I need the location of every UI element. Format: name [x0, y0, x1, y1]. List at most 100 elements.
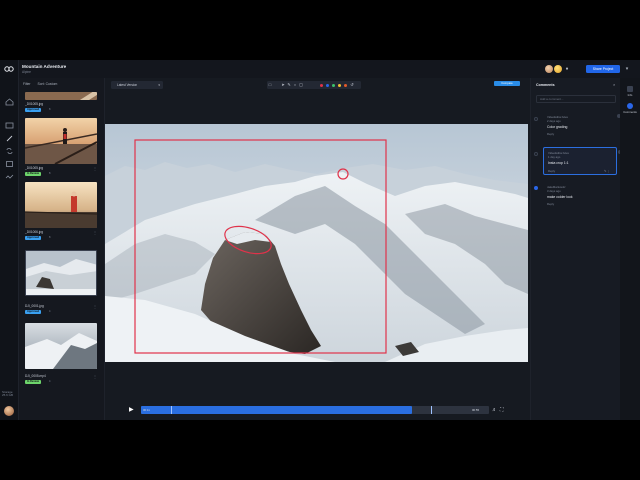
close-icon[interactable]: × — [613, 82, 615, 87]
home-icon[interactable] — [5, 98, 14, 106]
comments-tab[interactable]: Comments — [623, 103, 637, 114]
comment-count: 4 — [49, 310, 51, 313]
undo-icon[interactable]: ↺ — [350, 83, 354, 87]
chevron-down-icon: ▾ — [158, 83, 160, 87]
resolve-checkbox[interactable] — [534, 186, 538, 190]
file-thumbnail[interactable] — [25, 182, 97, 228]
file-thumbnail[interactable] — [25, 92, 97, 100]
info-tab[interactable]: Info — [623, 86, 637, 97]
info-icon — [627, 86, 633, 92]
edit-icon[interactable] — [5, 134, 14, 142]
file-thumbnail[interactable] — [25, 323, 97, 369]
link-icon[interactable] — [5, 147, 14, 155]
info-tab-label: Info — [627, 93, 633, 97]
app-logo-icon[interactable] — [4, 66, 14, 72]
collaborator-avatar[interactable] — [545, 65, 553, 73]
timeline-progress — [141, 406, 413, 414]
comment-card[interactable]: JakeMarkowitz 3 days ago make colder loo… — [543, 182, 617, 208]
comment-time: 3 days ago — [547, 189, 561, 193]
files-toolbar: Filter Sort: Custom — [23, 82, 63, 86]
add-user-icon[interactable]: ● — [564, 66, 570, 72]
file-thumbnail[interactable] — [25, 118, 97, 164]
notifications-icon[interactable]: ▾ — [624, 66, 630, 72]
status-badge: In Review — [25, 172, 41, 176]
comments-tab-label: Comments — [623, 110, 637, 114]
file-name[interactable]: _D01006.jpg — [25, 230, 43, 234]
video-frame[interactable] — [105, 124, 528, 362]
status-badge: Approved — [25, 236, 42, 240]
frame-icon[interactable]: □ — [268, 83, 272, 87]
file-menu-icon[interactable]: ⋮ — [93, 166, 97, 171]
volume-icon[interactable]: ♬ — [492, 407, 498, 413]
storage-value: 25.6 GB — [2, 393, 14, 398]
color-green-swatch[interactable] — [332, 83, 335, 87]
status-badge: Approved — [25, 310, 42, 314]
resolve-checkbox[interactable] — [534, 152, 538, 156]
compare-button[interactable]: Compare — [494, 81, 520, 86]
file-thumbnail[interactable] — [25, 250, 97, 296]
file-name[interactable]: DJI_0005.mp4 — [25, 374, 46, 378]
play-icon[interactable]: ▶ — [129, 406, 135, 414]
reply-link[interactable]: Reply — [548, 169, 555, 173]
color-red-swatch[interactable] — [320, 83, 323, 87]
file-name[interactable]: _D01005.jpg — [25, 102, 43, 106]
rectangle-tool-icon[interactable]: ▢ — [299, 83, 303, 87]
comment-text: make colder look — [547, 195, 573, 199]
file-menu-icon[interactable]: ⋮ — [93, 304, 97, 309]
comment-actions-icon[interactable]: ✎ ⋮ — [604, 169, 610, 173]
right-rail: Info Comments — [620, 78, 640, 420]
project-subtitle: Alpine — [22, 70, 31, 74]
comment-time: 2 days ago — [547, 119, 561, 123]
archive-icon[interactable] — [5, 160, 14, 168]
comment-input[interactable]: Add a comment... — [536, 95, 616, 103]
file-name[interactable]: _D01005.jpg — [25, 166, 43, 170]
user-avatar[interactable] — [4, 406, 14, 416]
collaborator-avatar[interactable] — [554, 65, 562, 73]
comment-time: 1 day ago — [548, 155, 561, 159]
color-yellow-swatch[interactable] — [338, 83, 341, 87]
file-menu-icon[interactable]: ⋮ — [93, 230, 97, 235]
timecode-current: 00:11 — [143, 408, 150, 412]
comment-count: 8 — [49, 108, 51, 111]
comment-card-active[interactable]: VideoEditorJules 1 day ago Insta crop 1:… — [543, 147, 622, 175]
media-viewer: Latest Version ▾ □ ➤ ✎ ○ ▢ ↺ Compare ▶ 0… — [105, 78, 530, 420]
share-project-button[interactable]: Share Project — [586, 65, 620, 73]
resolve-checkbox[interactable] — [534, 117, 538, 121]
circle-tool-icon[interactable]: ○ — [293, 83, 297, 87]
filter-button[interactable]: Filter — [23, 82, 31, 86]
fullscreen-icon[interactable]: ⛶ — [500, 407, 506, 413]
comments-icon — [627, 103, 633, 109]
comment-marker[interactable] — [171, 406, 172, 414]
file-menu-icon[interactable]: ⋮ — [93, 374, 97, 379]
activity-icon[interactable] — [5, 173, 14, 181]
comment-count: 8 — [49, 172, 51, 175]
annotation-toolbar: □ ➤ ✎ ○ ▢ ↺ — [267, 81, 361, 89]
player-controls: ▶ 00:11 00:55 ♬ ⛶ — [105, 404, 530, 416]
comment-text: Insta crop 1:1 — [548, 161, 569, 165]
comment-count: 4 — [49, 380, 51, 383]
comment-marker[interactable] — [431, 406, 432, 414]
comments-title: Comments — [536, 83, 555, 87]
color-blue-swatch[interactable] — [326, 83, 329, 87]
pen-icon[interactable]: ✎ — [287, 83, 291, 87]
pointer-icon[interactable]: ➤ — [281, 83, 285, 87]
comment-card[interactable]: VideoEditorJules 2 days ago Color gradin… — [543, 112, 621, 138]
comments-panel: Comments × Add a comment... VideoEditorJ… — [530, 78, 622, 420]
files-panel: Filter Sort: Custom _D01005.jpg Approved… — [19, 78, 105, 420]
timeline-scrubber[interactable]: 00:11 00:55 — [141, 406, 489, 414]
file-name[interactable]: DJI_0001.jpg — [25, 304, 44, 308]
comment-count: 8 — [49, 236, 51, 239]
reply-link[interactable]: Reply — [547, 132, 554, 136]
status-badge: In Review — [25, 380, 41, 384]
sort-button[interactable]: Sort: Custom — [38, 82, 58, 86]
timecode-duration: 00:55 — [472, 408, 479, 412]
version-label: Latest Version — [117, 83, 138, 87]
folder-icon[interactable] — [5, 121, 14, 129]
version-selector[interactable]: Latest Version ▾ — [111, 81, 163, 89]
storage-indicator: Storage 25.6 GB — [2, 390, 17, 398]
project-title: Mountain Adventure — [22, 64, 67, 69]
comment-text: Color grading — [547, 125, 568, 129]
reply-link[interactable]: Reply — [547, 202, 554, 206]
nav-rail: Storage 25.6 GB — [0, 60, 19, 420]
color-orange-swatch[interactable] — [344, 83, 347, 87]
